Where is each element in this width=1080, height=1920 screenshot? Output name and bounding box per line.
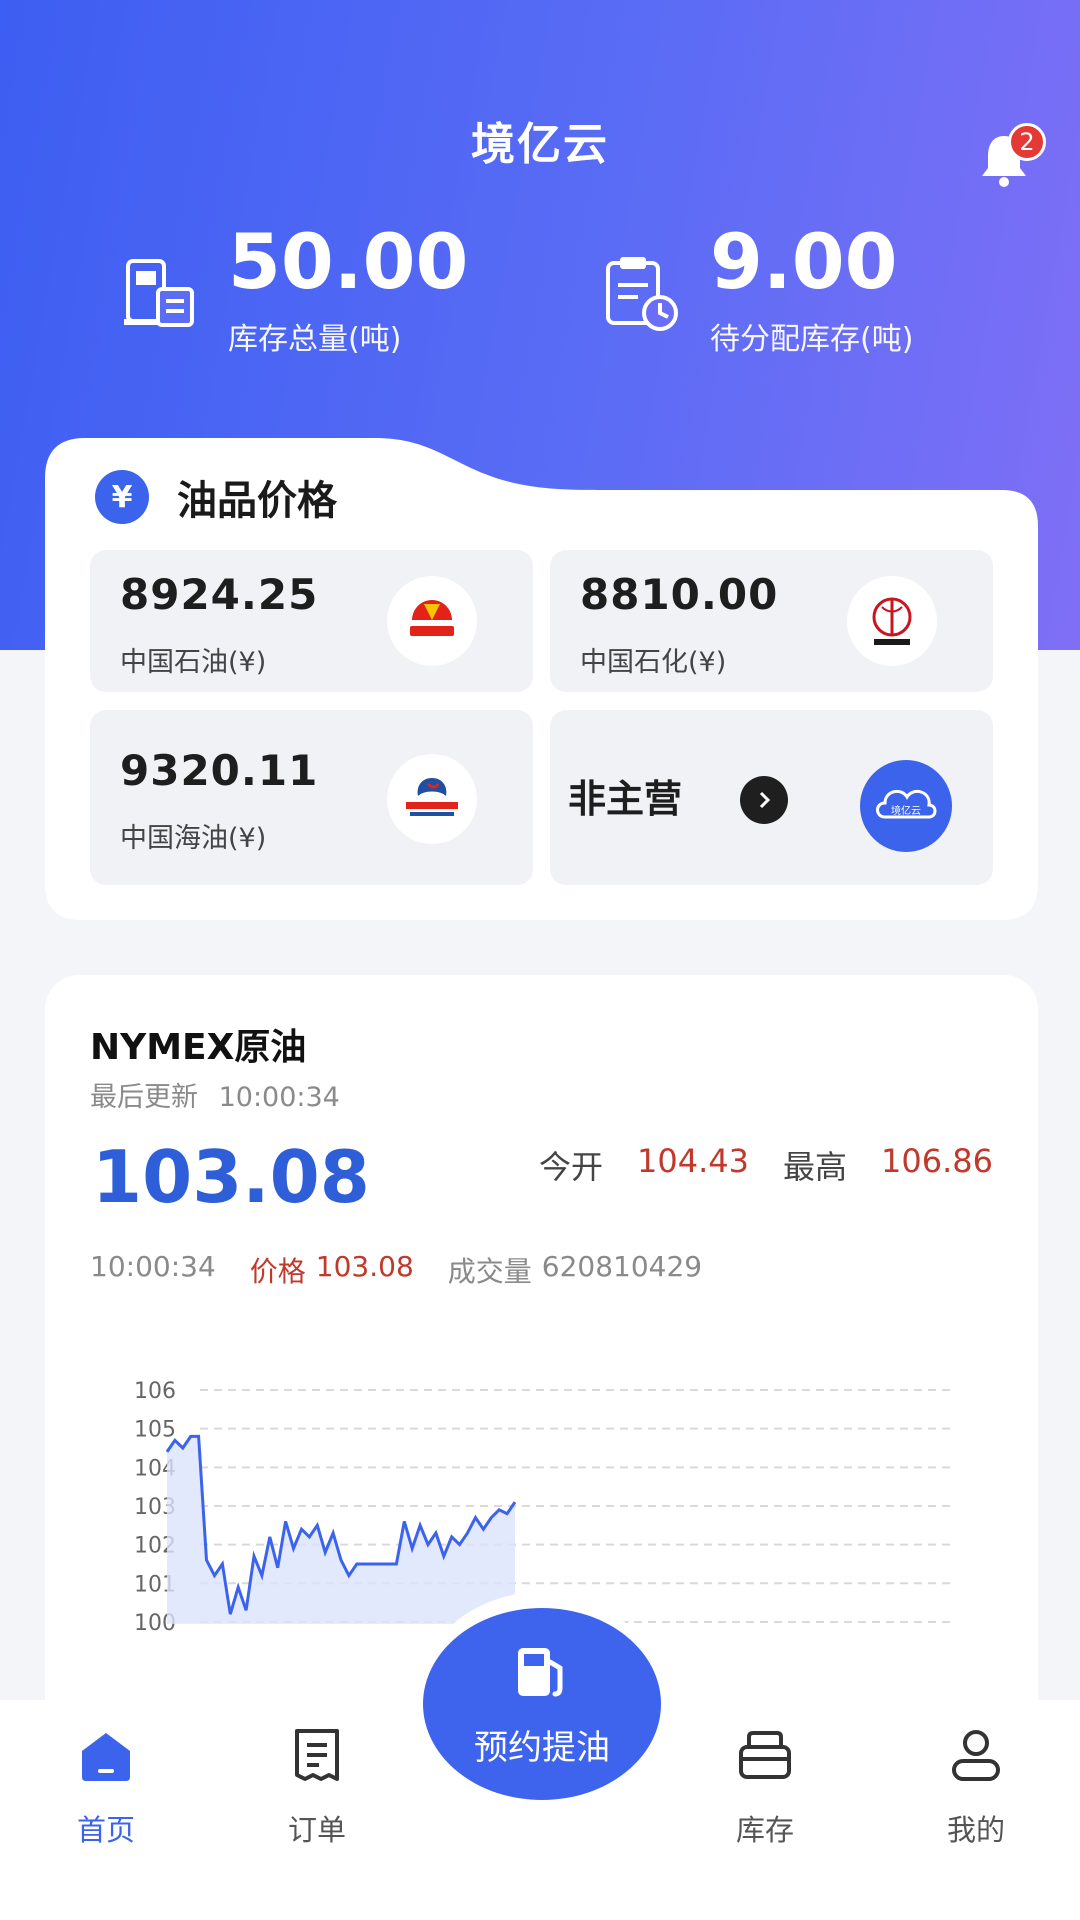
- nav-inventory[interactable]: 库存: [705, 1725, 825, 1849]
- tick-time: 10:00:34: [90, 1250, 216, 1283]
- price-tile-sinopec[interactable]: 8810.00 中国石化(¥): [550, 550, 993, 692]
- nav-home[interactable]: 首页: [46, 1725, 166, 1849]
- price-stats: 今开 104.43 最高 106.86: [539, 1142, 993, 1188]
- series-area: [167, 1436, 515, 1624]
- non-main-label: 非主营: [568, 777, 683, 821]
- stat-total-stock: 50.00 库存总量(吨): [228, 222, 468, 358]
- home-icon: [82, 1733, 130, 1781]
- petrochina-logo: [387, 576, 477, 666]
- tick-price-label: 价格: [249, 1255, 306, 1288]
- cloud-logo-icon: 境亿云: [860, 760, 952, 852]
- last-updated-time: 10:00:34: [218, 1082, 340, 1113]
- tile-name: 中国石化(¥): [580, 647, 727, 678]
- volume-value: 620810429: [541, 1250, 703, 1283]
- stat-pending-stock: 9.00 待分配库存(吨): [710, 222, 913, 358]
- fuel-pump-doc-icon: [124, 259, 194, 327]
- notification-badge: 2: [1008, 123, 1046, 161]
- nav-label: 库存: [735, 1813, 794, 1847]
- tick-info: 10:00:34 价格 103.08 成交量 620810429: [90, 1250, 702, 1290]
- fab-label: 预约提油: [474, 1728, 610, 1768]
- tile-price: 8924.25: [120, 570, 319, 619]
- fuel-pump-icon: [518, 1648, 563, 1697]
- book-refuel-button[interactable]: 预约提油: [423, 1608, 661, 1800]
- open-label: 今开: [539, 1148, 604, 1186]
- stat-label: 待分配库存(吨): [710, 322, 914, 357]
- volume-label: 成交量: [447, 1255, 532, 1288]
- price-tile-cnooc[interactable]: 9320.11 中国海油(¥): [90, 710, 533, 885]
- oil-price-header: ¥ 油品价格: [95, 468, 337, 526]
- current-price: 103.08: [92, 1135, 370, 1219]
- order-list-icon: [295, 1729, 339, 1781]
- stat-label: 库存总量(吨): [228, 322, 402, 357]
- cloud-logo-text: 境亿云: [891, 804, 921, 817]
- tile-price: 8810.00: [580, 570, 779, 619]
- nav-label: 订单: [287, 1813, 346, 1847]
- nav-label: 首页: [76, 1813, 135, 1847]
- stat-value: 9.00: [710, 217, 898, 306]
- stat-value: 50.00: [228, 217, 469, 306]
- chevron-right-icon[interactable]: [740, 776, 788, 824]
- high-label: 最高: [783, 1148, 848, 1186]
- profile-icon: [952, 1730, 1000, 1781]
- inventory-icon: [739, 1731, 791, 1779]
- y-tick-label: 106: [134, 1379, 176, 1404]
- last-updated-label: 最后更新: [90, 1082, 198, 1113]
- y-tick-label: 105: [134, 1418, 176, 1443]
- nav-label: 我的: [946, 1813, 1005, 1847]
- section-title: 油品价格: [177, 478, 337, 524]
- high-value: 106.86: [881, 1142, 993, 1180]
- open-value: 104.43: [637, 1142, 750, 1180]
- non-main-business-tile[interactable]: 非主营 境亿云: [550, 710, 993, 885]
- last-updated: 最后更新 10:00:34: [90, 1075, 340, 1114]
- app-title: 境亿云: [471, 119, 609, 170]
- clipboard-clock-icon: [606, 257, 678, 331]
- tile-price: 9320.11: [120, 746, 319, 795]
- tick-price: 103.08: [315, 1250, 414, 1283]
- tile-name: 中国海油(¥): [120, 823, 267, 854]
- tile-name: 中国石油(¥): [120, 647, 267, 678]
- nav-profile[interactable]: 我的: [916, 1725, 1036, 1849]
- yen-icon: ¥: [95, 470, 149, 524]
- nav-orders[interactable]: 订单: [257, 1725, 377, 1849]
- sinopec-logo: [847, 576, 937, 666]
- market-title: NYMEX原油: [90, 1027, 307, 1068]
- price-tile-petrochina[interactable]: 8924.25 中国石油(¥): [90, 550, 533, 692]
- cnooc-logo: [387, 754, 477, 844]
